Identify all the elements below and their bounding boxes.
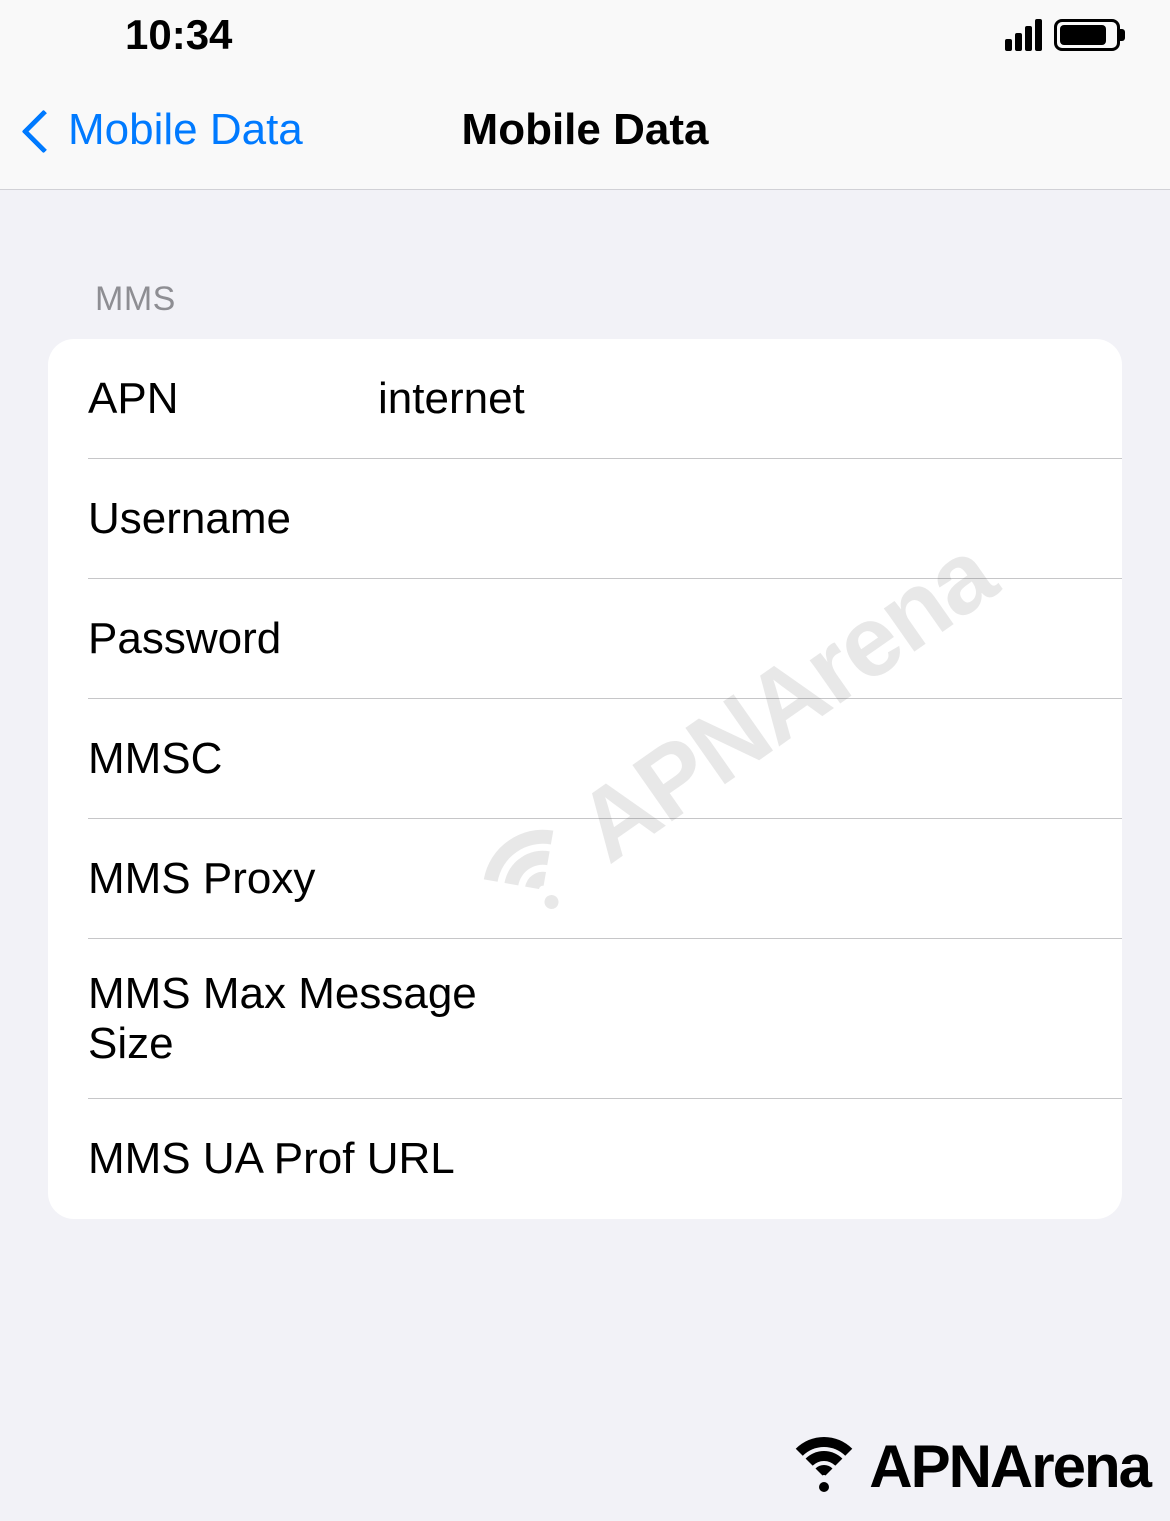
mms-ua-prof-url-field[interactable] [455, 1134, 1082, 1184]
username-field[interactable] [378, 494, 1082, 544]
apn-label: APN [88, 374, 378, 424]
apn-row[interactable]: APN [48, 339, 1122, 459]
mms-settings-card: APN Username Password MMSC MMS Proxy MMS… [48, 339, 1122, 1219]
cellular-signal-icon [1005, 19, 1042, 51]
footer-logo-text: APNArena [869, 1432, 1150, 1501]
mms-max-size-field[interactable] [507, 994, 1082, 1044]
navigation-bar: Mobile Data Mobile Data [0, 70, 1170, 190]
apn-field[interactable] [378, 374, 1082, 424]
chevron-left-icon [20, 108, 50, 152]
section-header-mms: MMS [0, 280, 1170, 319]
mmsc-label: MMSC [88, 734, 378, 784]
password-label: Password [88, 614, 378, 664]
status-bar: 10:34 [0, 0, 1170, 70]
mms-proxy-field[interactable] [378, 854, 1082, 904]
mmsc-field[interactable] [378, 734, 1082, 784]
password-row[interactable]: Password [48, 579, 1122, 699]
wifi-icon [784, 1437, 864, 1497]
content-area: MMS APN Username Password MMSC MMS Proxy [0, 190, 1170, 1219]
status-time: 10:34 [125, 11, 232, 59]
username-row[interactable]: Username [48, 459, 1122, 579]
mms-ua-prof-url-label: MMS UA Prof URL [88, 1134, 455, 1184]
back-button-label: Mobile Data [68, 105, 303, 155]
page-title: Mobile Data [462, 105, 709, 155]
footer-logo: APNArena [784, 1432, 1150, 1501]
password-field[interactable] [378, 614, 1082, 664]
mms-proxy-row[interactable]: MMS Proxy [48, 819, 1122, 939]
mms-max-size-label: MMS Max Message Size [88, 969, 507, 1069]
mms-proxy-label: MMS Proxy [88, 854, 378, 904]
mmsc-row[interactable]: MMSC [48, 699, 1122, 819]
battery-icon [1054, 19, 1120, 51]
status-indicators [1005, 19, 1120, 51]
back-button[interactable]: Mobile Data [20, 105, 303, 155]
username-label: Username [88, 494, 378, 544]
mms-ua-prof-url-row[interactable]: MMS UA Prof URL [48, 1099, 1122, 1219]
mms-max-size-row[interactable]: MMS Max Message Size [48, 939, 1122, 1099]
